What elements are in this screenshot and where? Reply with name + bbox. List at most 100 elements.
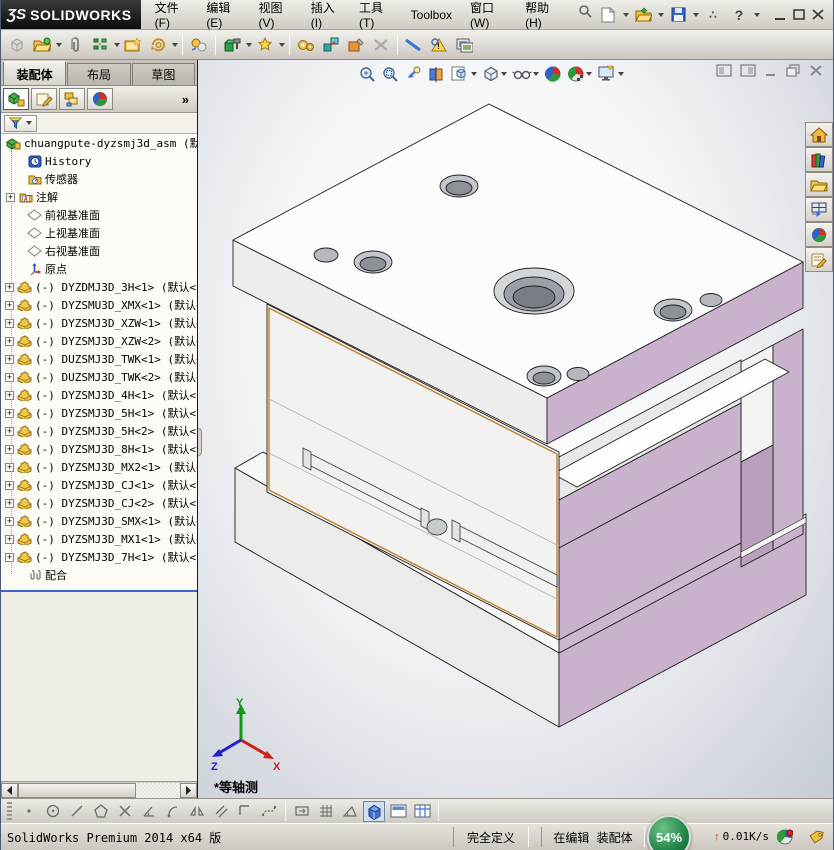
tree-horizontal-scrollbar[interactable]	[1, 781, 197, 798]
show-hidden-components-icon[interactable]	[187, 34, 211, 56]
new-motion-study-icon[interactable]	[253, 34, 277, 56]
filter-caret[interactable]	[26, 121, 32, 125]
command-tab-0[interactable]: 装配体	[3, 61, 67, 85]
search-icon[interactable]	[574, 0, 596, 22]
featuremanager-tree-tab[interactable]	[3, 88, 29, 110]
assembly-features-icon[interactable]	[344, 34, 368, 56]
expand-toggle[interactable]: +	[5, 354, 14, 364]
tree-folder-1[interactable]: 传感器	[1, 170, 197, 188]
propertymanager-tab[interactable]	[31, 88, 57, 110]
menu-item-2[interactable]: 视图(V)	[251, 0, 301, 32]
smart-fasteners-icon[interactable]	[220, 34, 244, 56]
rotate-component-icon[interactable]	[146, 34, 170, 56]
expand-toggle[interactable]: +	[5, 534, 14, 544]
measure-icon[interactable]	[402, 34, 426, 56]
expand-toggle[interactable]: +	[5, 480, 14, 490]
tree-component-2[interactable]: + (-) DYZSMJ3D_XZW<1> (默认<	[1, 314, 197, 332]
assembly-gears-icon[interactable]	[294, 34, 318, 56]
menu-item-4[interactable]: 工具(T)	[351, 0, 401, 32]
tree-component-11[interactable]: + (-) DYZSMJ3D_CJ<1> (默认<	[1, 476, 197, 494]
expand-toggle[interactable]: +	[5, 318, 14, 328]
expand-toggle[interactable]: +	[5, 300, 14, 310]
snapshot-icon[interactable]	[452, 34, 476, 56]
tree-component-9[interactable]: + (-) DYZSMJ3D_8H<1> (默认<	[1, 440, 197, 458]
toolbar-overflow-dots[interactable]: ∴	[701, 4, 725, 26]
tree-filter-button[interactable]	[4, 114, 37, 132]
component-preview-window-icon[interactable]	[121, 34, 145, 56]
expand-toggle[interactable]: +	[5, 282, 14, 292]
new-document-caret[interactable]	[623, 12, 629, 17]
pane-view-icon[interactable]	[387, 801, 409, 822]
rotate-component-caret[interactable]	[172, 42, 178, 47]
connection-ball-icon[interactable]	[776, 829, 794, 848]
tree-folder-0[interactable]: History	[1, 152, 197, 170]
close-button[interactable]	[812, 8, 825, 21]
tree-component-14[interactable]: + (-) DYZSMJ3D_MX1<1> (默认<	[1, 530, 197, 548]
help-button[interactable]: ?	[727, 4, 751, 26]
expand-toggle[interactable]: +	[5, 372, 14, 382]
tree-component-1[interactable]: + (-) DYZSMU3D_XMX<1> (默认<	[1, 296, 197, 314]
tangent-arc-icon[interactable]	[162, 801, 184, 822]
scrollbar-thumb[interactable]	[18, 782, 136, 798]
smart-fasteners-caret[interactable]	[246, 42, 252, 47]
appearances-tab[interactable]	[87, 88, 113, 110]
corner-icon[interactable]	[234, 801, 256, 822]
polygon-icon[interactable]	[90, 801, 112, 822]
convert-entities-icon[interactable]	[291, 801, 313, 822]
trim-icon[interactable]	[114, 801, 136, 822]
expand-toggle[interactable]: +	[5, 390, 14, 400]
tree-folder-2[interactable]: + A 注解	[1, 188, 197, 206]
new-document-button[interactable]	[596, 4, 620, 26]
mold-assembly-model[interactable]	[198, 60, 833, 797]
tree-folder-5[interactable]: 右视基准面	[1, 242, 197, 260]
expand-toggle[interactable]: +	[5, 408, 14, 418]
exploded-view-icon[interactable]	[319, 34, 343, 56]
pattern-disabled-icon[interactable]	[369, 34, 393, 56]
open-document-caret[interactable]	[658, 12, 664, 17]
mirror-icon[interactable]	[186, 801, 208, 822]
tree-component-5[interactable]: + (-) DUZSMJ3D_TWK<2> (默认<	[1, 368, 197, 386]
menu-item-7[interactable]: 帮助(H)	[517, 0, 568, 32]
command-tab-2[interactable]: 草图	[131, 63, 195, 85]
scrollbar-track[interactable]	[136, 782, 180, 798]
mate-icon[interactable]	[88, 34, 112, 56]
tree-mates[interactable]: 配合	[1, 566, 197, 584]
menu-item-3[interactable]: 插入(I)	[303, 0, 349, 32]
tree-component-13[interactable]: + (-) DYZSMJ3D_SMX<1> (默认<	[1, 512, 197, 530]
insert-component-icon[interactable]	[5, 34, 29, 56]
expand-toggle[interactable]: +	[5, 552, 14, 562]
maximize-button[interactable]	[793, 8, 806, 21]
save-button[interactable]	[666, 4, 690, 26]
chamfer-icon[interactable]	[138, 801, 160, 822]
tree-component-4[interactable]: + (-) DUZSMJ3D_TWK<1> (默认<	[1, 350, 197, 368]
tree-component-15[interactable]: + (-) DYZSMJ3D_7H<1> (默认<	[1, 548, 197, 566]
tree-root-assembly[interactable]: chuangpute-dyzsmj3d_asm (默认	[1, 134, 197, 152]
circle-icon[interactable]	[42, 801, 64, 822]
menu-item-6[interactable]: 窗口(W)	[462, 0, 515, 32]
help-caret[interactable]	[754, 12, 760, 17]
tree-component-6[interactable]: + (-) DYZSMJ3D_4H<1> (默认<	[1, 386, 197, 404]
new-motion-study-caret[interactable]	[279, 42, 285, 47]
scroll-left-arrow[interactable]	[1, 782, 18, 798]
tree-folder-6[interactable]: 原点	[1, 260, 197, 278]
save-caret[interactable]	[693, 12, 699, 17]
open-part-caret[interactable]	[56, 42, 62, 47]
scroll-right-arrow[interactable]	[180, 782, 197, 798]
expand-toggle[interactable]: +	[5, 444, 14, 454]
tree-folder-4[interactable]: 上视基准面	[1, 224, 197, 242]
menu-item-5[interactable]: Toolbox	[403, 6, 460, 24]
expand-toggle[interactable]: +	[5, 336, 14, 346]
attach-icon[interactable]	[63, 34, 87, 56]
spline-icon[interactable]	[258, 801, 280, 822]
expand-toggle[interactable]: +	[5, 426, 14, 436]
tree-component-10[interactable]: + (-) DYZSMJ3D_MX2<1> (默认<	[1, 458, 197, 476]
toolbar-grip[interactable]	[7, 802, 12, 820]
minimize-button[interactable]	[774, 9, 787, 21]
menu-item-0[interactable]: 文件(F)	[147, 0, 197, 32]
expand-toggle[interactable]: +	[5, 516, 14, 526]
open-document-button[interactable]	[631, 4, 655, 26]
menu-item-1[interactable]: 编辑(E)	[198, 0, 248, 32]
tree-component-7[interactable]: + (-) DYZSMJ3D_5H<1> (默认<	[1, 404, 197, 422]
mate-caret[interactable]	[114, 42, 120, 47]
parallel-icon[interactable]	[210, 801, 232, 822]
